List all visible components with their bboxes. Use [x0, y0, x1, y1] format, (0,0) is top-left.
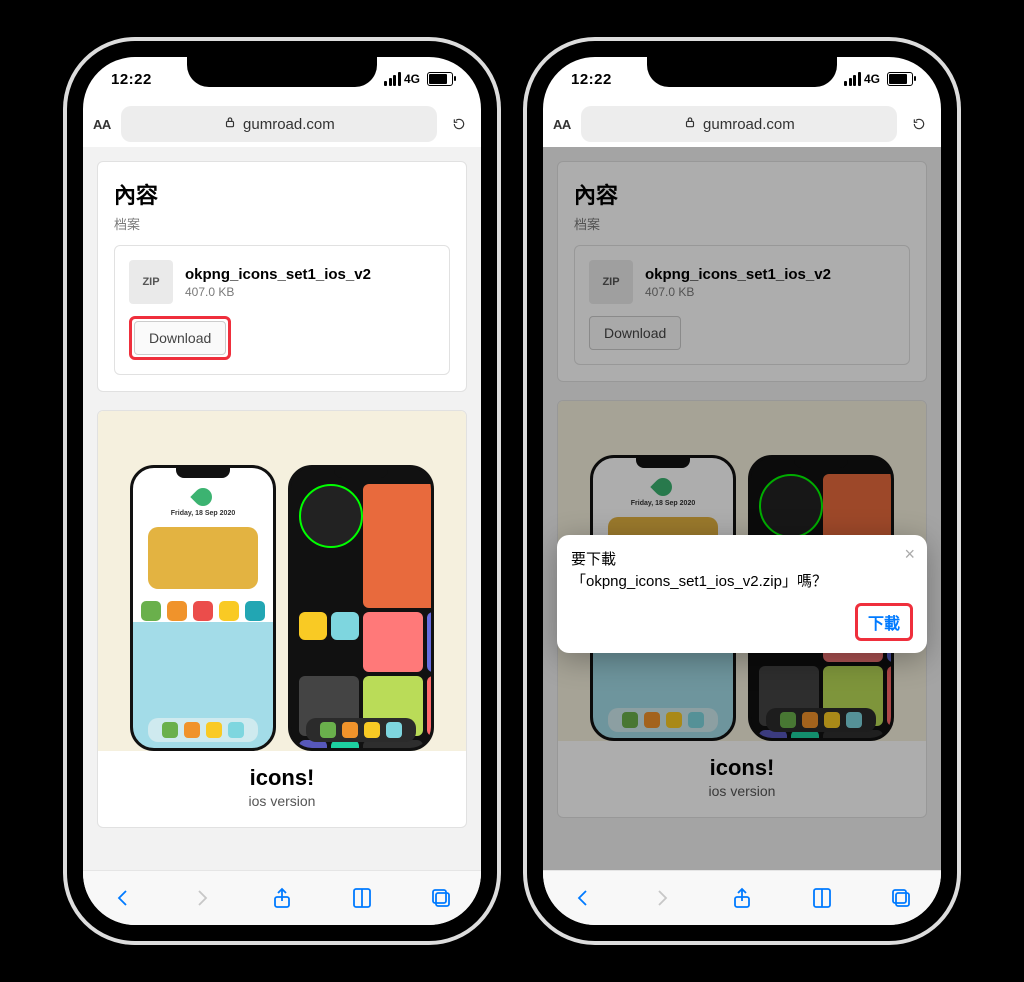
preview-date: Friday, 18 Sep 2020 [171, 510, 235, 517]
network-label: 4G [404, 72, 420, 86]
annotation-highlight: 下載 [855, 603, 913, 641]
bookmarks-button[interactable] [808, 884, 836, 912]
browser-address-bar-row: AA gumroad.com [543, 101, 941, 147]
phone-mockup-right: 12:22 4G AA gumroad.com [527, 41, 957, 941]
phone-notch [187, 57, 377, 87]
close-icon[interactable]: × [904, 545, 915, 563]
prompt-text: 要下載 「okpng_icons_set1_ios_v2.zip」嗎？ [571, 549, 913, 593]
download-prompt: × 要下載 「okpng_icons_set1_ios_v2.zip」嗎？ 下載 [557, 535, 927, 653]
modal-backdrop[interactable] [543, 147, 941, 870]
address-bar[interactable]: gumroad.com [581, 106, 897, 142]
leaf-icon [190, 484, 215, 509]
forward-button[interactable] [648, 884, 676, 912]
file-name: okpng_icons_set1_ios_v2 [185, 266, 371, 283]
preview-phone-light: Friday, 18 Sep 2020 [130, 465, 276, 751]
battery-icon [887, 72, 913, 86]
content-section-card: 內容 档案 ZIP okpng_icons_set1_ios_v2 407.0 … [97, 161, 467, 392]
product-card[interactable]: Friday, 18 Sep 2020 [97, 410, 467, 828]
annotation-highlight: Download [129, 316, 231, 360]
product-banner: Friday, 18 Sep 2020 [98, 411, 466, 751]
preview-phone-dark [288, 465, 434, 751]
address-bar[interactable]: gumroad.com [121, 106, 437, 142]
file-type-badge: ZIP [129, 260, 173, 304]
section-title: 內容 [114, 178, 450, 210]
phone-notch [647, 57, 837, 87]
page-content: 內容 档案 ZIP okpng_icons_set1_ios_v2 407.0 … [543, 147, 941, 870]
reader-aa-button[interactable]: AA [93, 117, 111, 132]
reload-button[interactable] [907, 117, 931, 131]
phone-mockup-left: 12:22 4G AA gumroad.com [67, 41, 497, 941]
browser-address-bar-row: AA gumroad.com [83, 101, 481, 147]
status-time: 12:22 [111, 71, 152, 88]
product-title: icons! [98, 751, 466, 793]
status-time: 12:22 [571, 71, 612, 88]
back-button[interactable] [109, 884, 137, 912]
forward-button[interactable] [188, 884, 216, 912]
signal-icon [844, 72, 861, 86]
safari-toolbar [83, 870, 481, 925]
lock-icon [683, 115, 697, 133]
reader-aa-button[interactable]: AA [553, 117, 571, 132]
tabs-button[interactable] [887, 884, 915, 912]
reload-button[interactable] [447, 117, 471, 131]
preview-dock [148, 718, 258, 742]
share-button[interactable] [728, 884, 756, 912]
battery-icon [427, 72, 453, 86]
bookmarks-button[interactable] [348, 884, 376, 912]
download-confirm-button[interactable]: 下載 [858, 606, 910, 638]
back-button[interactable] [569, 884, 597, 912]
address-bar-domain: gumroad.com [243, 116, 335, 133]
preview-widget [148, 527, 258, 589]
lock-icon [223, 115, 237, 133]
file-size: 407.0 KB [185, 285, 371, 299]
download-button[interactable]: Download [134, 321, 226, 355]
tabs-button[interactable] [427, 884, 455, 912]
prompt-line1: 要下載 [571, 551, 616, 568]
safari-toolbar [543, 870, 941, 925]
file-card: ZIP okpng_icons_set1_ios_v2 407.0 KB Dow… [114, 245, 450, 375]
signal-icon [384, 72, 401, 86]
share-button[interactable] [268, 884, 296, 912]
product-subtitle: ios version [98, 793, 466, 827]
address-bar-domain: gumroad.com [703, 116, 795, 133]
page-content: 內容 档案 ZIP okpng_icons_set1_ios_v2 407.0 … [83, 147, 481, 870]
section-subtitle: 档案 [114, 214, 450, 233]
preview-dock [306, 718, 416, 742]
prompt-line2: 「okpng_icons_set1_ios_v2.zip」嗎？ [571, 573, 827, 590]
network-label: 4G [864, 72, 880, 86]
